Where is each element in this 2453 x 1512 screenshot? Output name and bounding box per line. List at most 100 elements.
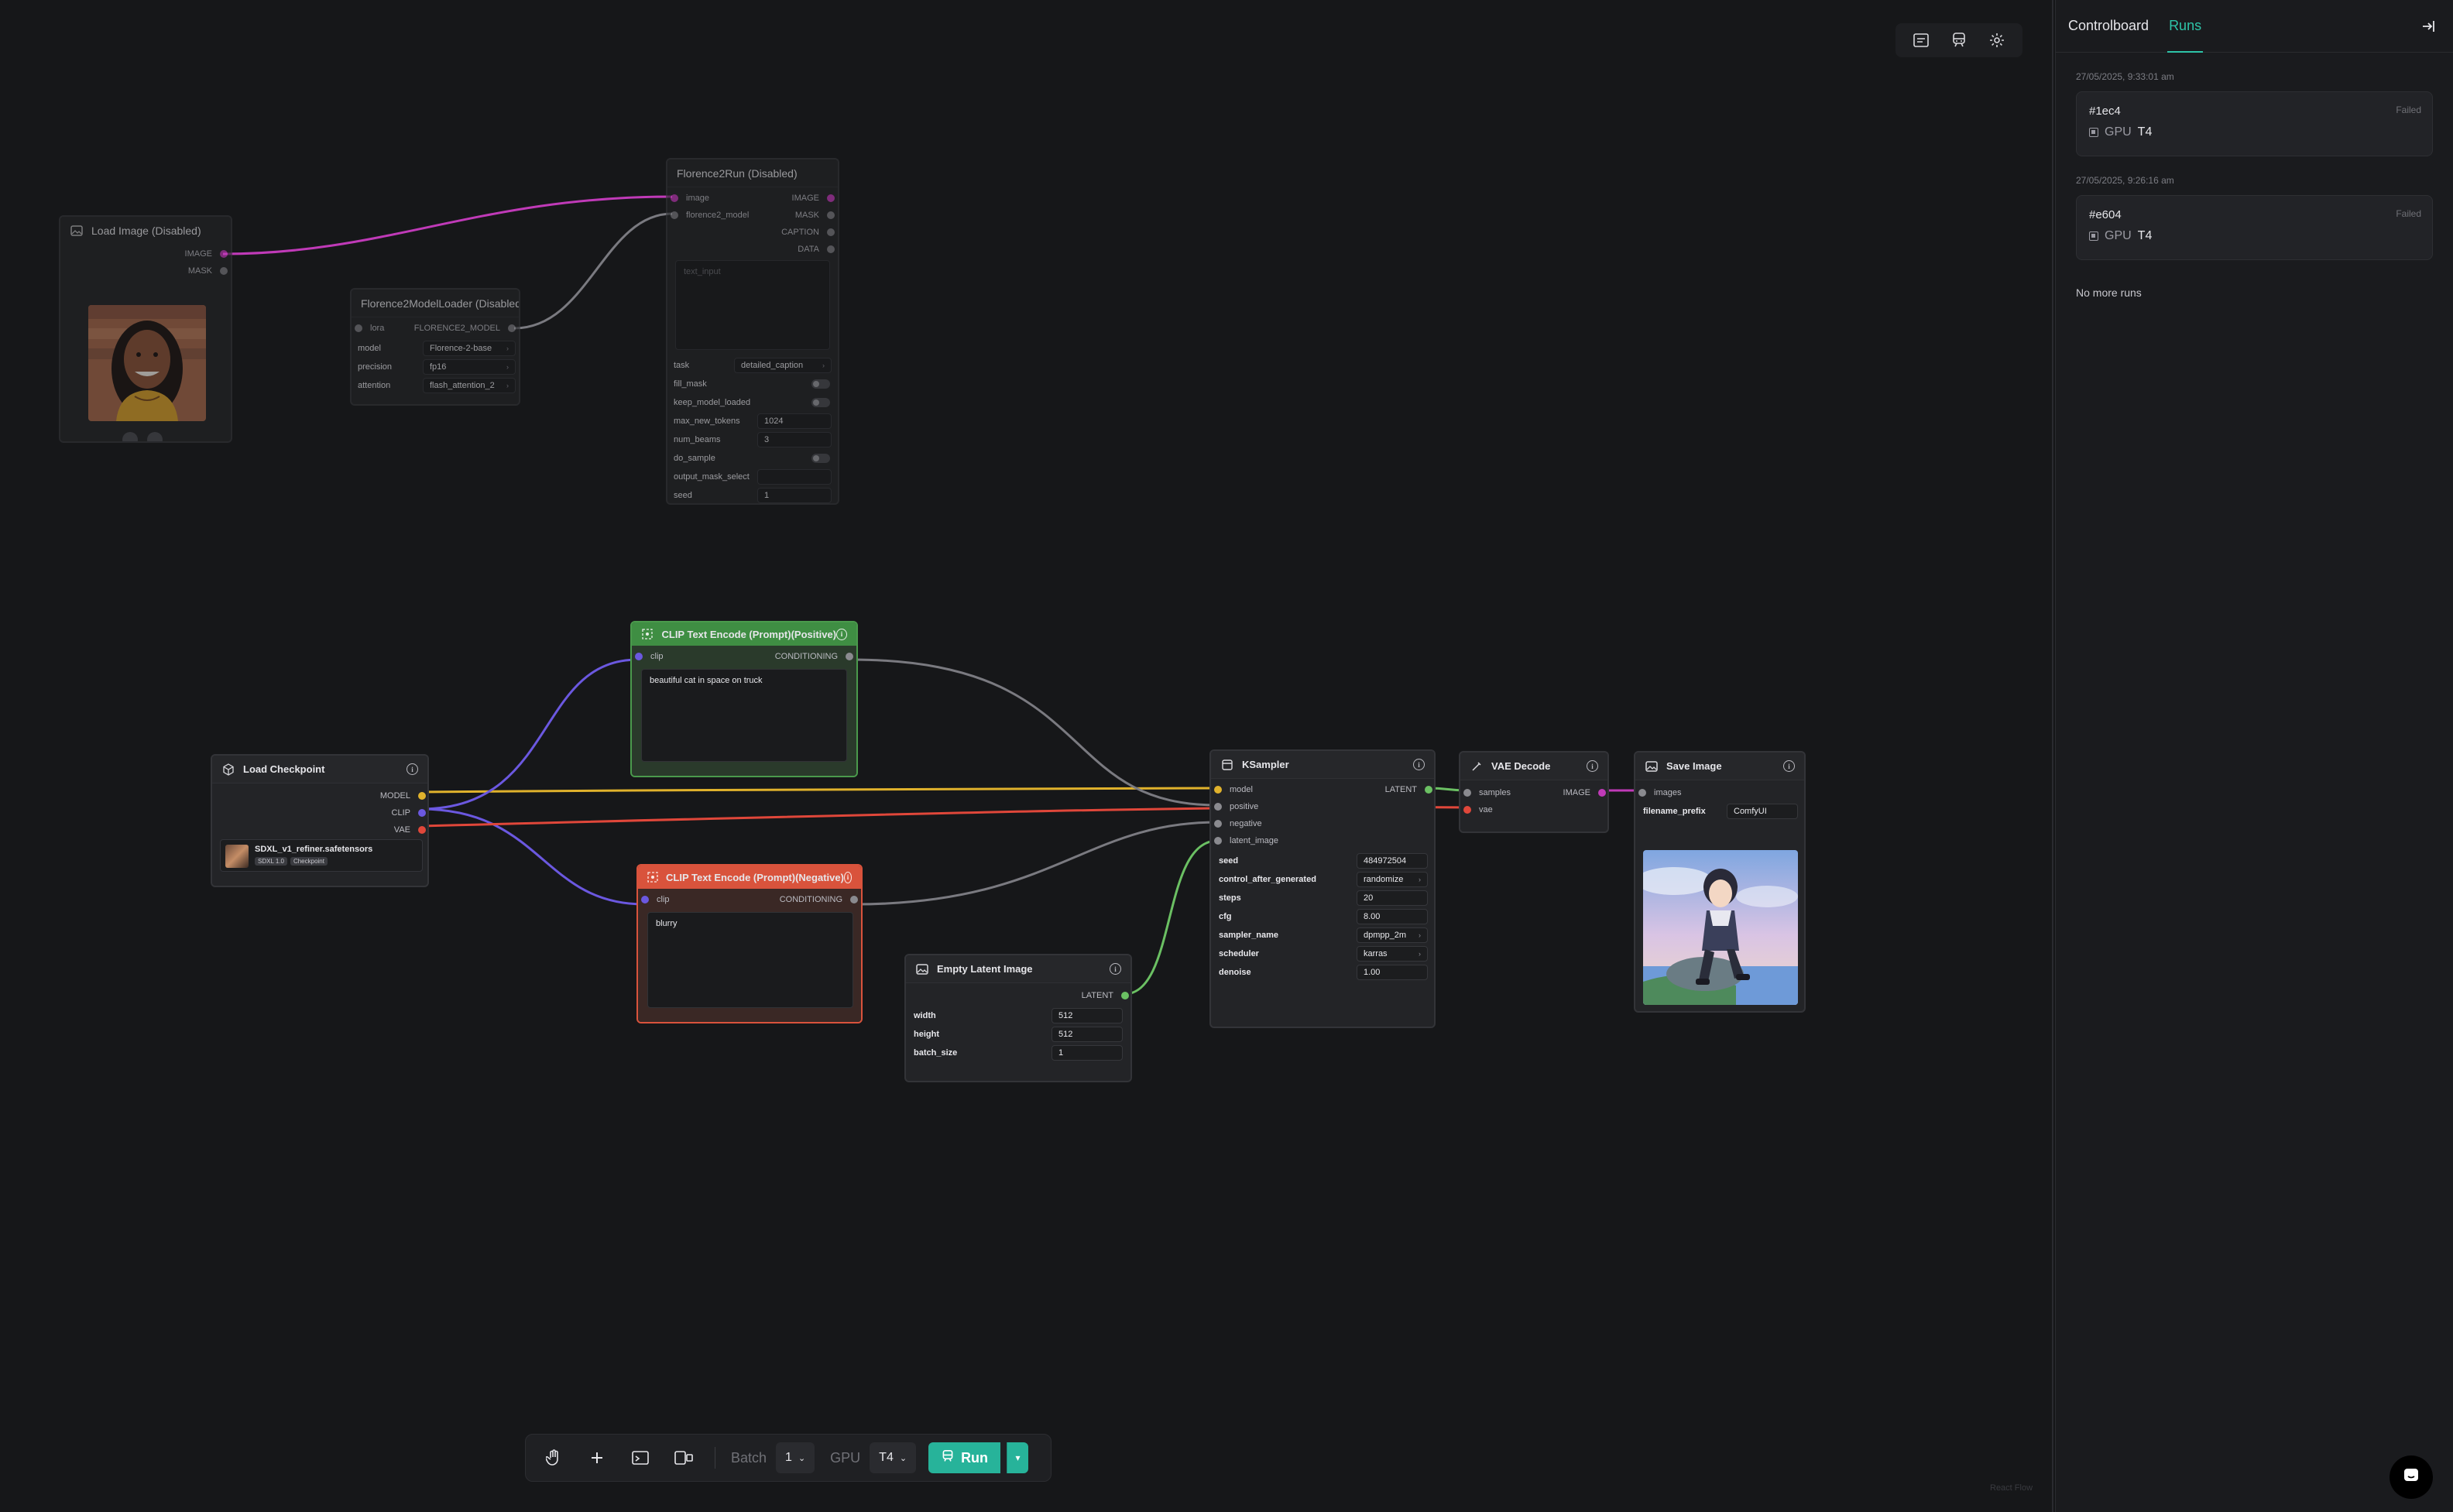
widget-label: num_beams	[674, 435, 721, 444]
image-icon	[1645, 759, 1659, 773]
run-options-button[interactable]: ▾	[1007, 1442, 1029, 1473]
info-icon[interactable]: i	[1110, 963, 1121, 975]
checkpoint-select[interactable]: SDXL_v1_refiner.safetensors SDXL 1.0 Che…	[220, 839, 423, 872]
output-data[interactable]: DATA	[798, 245, 835, 254]
input-clip[interactable]: clip	[641, 895, 670, 904]
keep-model-loaded-toggle[interactable]	[811, 398, 830, 407]
workflow-canvas[interactable]: Load Image (Disabled) IMAGE MASK Florenc…	[0, 0, 2053, 1512]
input-model[interactable]: model	[1214, 785, 1253, 794]
input-images[interactable]: images	[1638, 788, 1681, 797]
node-florence-run[interactable]: Florence2Run (Disabled) image florence2_…	[666, 158, 839, 505]
watermark: React Flow	[1990, 1483, 2033, 1493]
train-icon[interactable]	[1946, 27, 1972, 53]
gpu-select[interactable]: T4 ⌄	[870, 1442, 917, 1473]
precision-select[interactable]: fp16 ›	[423, 359, 516, 375]
batch-size-input[interactable]: 1	[1052, 1045, 1123, 1061]
output-image[interactable]: IMAGE	[185, 249, 228, 259]
edit-icon[interactable]	[122, 432, 138, 441]
run-id: #1ec4	[2089, 105, 2121, 118]
attention-select[interactable]: flash_attention_2 ›	[423, 378, 516, 393]
seed-input[interactable]: 1	[757, 488, 832, 503]
node-vae-decode[interactable]: VAE Decode i samples vae IMAGE	[1459, 751, 1609, 833]
info-icon[interactable]: i	[843, 871, 852, 883]
hand-icon[interactable]	[535, 1441, 572, 1475]
info-icon[interactable]: i	[1783, 760, 1795, 772]
node-empty-latent[interactable]: Empty Latent Image i LATENT width 512 he…	[904, 954, 1132, 1082]
scheduler-select[interactable]: karras ›	[1357, 946, 1428, 962]
layout-icon[interactable]	[665, 1441, 702, 1475]
node-clip-positive[interactable]: CLIP Text Encode (Prompt)(Positive) i cl…	[630, 621, 858, 777]
input-latent-image[interactable]: latent_image	[1214, 836, 1278, 845]
input-vae[interactable]: vae	[1463, 805, 1493, 814]
output-latent[interactable]: LATENT	[1082, 991, 1129, 1000]
input-lora[interactable]: lora	[355, 324, 384, 333]
input-positive[interactable]: positive	[1214, 802, 1258, 811]
batch-select[interactable]: 1 ⌄	[776, 1442, 815, 1473]
run-card[interactable]: #1ec4 Failed GPU T4	[2076, 91, 2433, 156]
node-load-checkpoint[interactable]: Load Checkpoint i MODEL CLIP VAE SDXL_v1…	[211, 754, 429, 887]
prompt-text[interactable]: beautiful cat in space on truck	[641, 669, 847, 762]
cfg-input[interactable]: 8.00	[1357, 909, 1428, 924]
control-after-generated-select[interactable]: randomize ›	[1357, 872, 1428, 887]
widget-label: filename_prefix	[1643, 807, 1706, 816]
mask-icon[interactable]	[147, 432, 163, 441]
info-icon[interactable]: i	[836, 628, 847, 640]
output-model[interactable]: MODEL	[380, 791, 426, 801]
wire-latent	[1124, 839, 1218, 996]
output-clip[interactable]: CLIP	[392, 808, 426, 818]
text-input[interactable]: text_input	[675, 260, 830, 350]
node-save-image[interactable]: Save Image i images filename_prefix Comf…	[1634, 751, 1806, 1013]
collapse-panel-icon[interactable]	[2420, 19, 2438, 36]
model-select[interactable]: Florence-2-base ›	[423, 341, 516, 356]
run-button[interactable]: Run	[928, 1442, 1001, 1473]
prompt-text[interactable]: blurry	[647, 912, 853, 1008]
info-icon[interactable]: i	[1413, 759, 1425, 770]
gear-icon[interactable]	[1984, 27, 2010, 53]
terminal-icon[interactable]	[1908, 27, 1934, 53]
plus-icon[interactable]	[578, 1441, 616, 1475]
width-input[interactable]: 512	[1052, 1008, 1123, 1023]
output-mask[interactable]: MASK	[795, 211, 835, 220]
vector-icon	[641, 627, 654, 641]
info-icon[interactable]: i	[1587, 760, 1598, 772]
tab-controlboard[interactable]: Controlboard	[2067, 0, 2150, 53]
input-negative[interactable]: negative	[1214, 819, 1262, 828]
input-samples[interactable]: samples	[1463, 788, 1511, 797]
info-icon[interactable]: i	[407, 763, 418, 775]
output-conditioning[interactable]: CONDITIONING	[775, 652, 853, 661]
tab-runs[interactable]: Runs	[2167, 0, 2204, 53]
input-clip[interactable]: clip	[635, 652, 664, 661]
seed-input[interactable]: 484972504	[1357, 853, 1428, 869]
denoise-input[interactable]: 1.00	[1357, 965, 1428, 980]
task-select[interactable]: detailed_caption ›	[734, 358, 832, 373]
output-mask-select-input[interactable]	[757, 469, 832, 485]
output-conditioning[interactable]: CONDITIONING	[780, 895, 858, 904]
steps-input[interactable]: 20	[1357, 890, 1428, 906]
height-input[interactable]: 512	[1052, 1027, 1123, 1042]
run-card[interactable]: #e604 Failed GPU T4	[2076, 195, 2433, 260]
chat-button[interactable]	[2390, 1455, 2433, 1499]
output-mask[interactable]: MASK	[188, 266, 228, 276]
node-clip-negative[interactable]: CLIP Text Encode (Prompt)(Negative) i cl…	[636, 864, 863, 1023]
output-florence2-model[interactable]: FLORENCE2_MODEL	[414, 324, 516, 333]
node-florence-loader[interactable]: Florence2ModelLoader (Disabled) lora FLO…	[350, 288, 520, 406]
fill-mask-toggle[interactable]	[811, 379, 830, 389]
batch-label: Batch	[731, 1449, 767, 1466]
do-sample-toggle[interactable]	[811, 454, 830, 463]
output-image[interactable]: IMAGE	[792, 194, 835, 203]
run-gpu: GPU T4	[2089, 125, 2420, 139]
image-icon[interactable]	[622, 1441, 659, 1475]
input-image[interactable]: image	[671, 194, 709, 203]
node-ksampler[interactable]: KSampler i model positive negative laten…	[1209, 749, 1436, 1028]
output-latent[interactable]: LATENT	[1385, 785, 1432, 794]
chevron-down-icon: ⌄	[899, 1453, 907, 1463]
output-vae[interactable]: VAE	[394, 825, 426, 835]
output-caption[interactable]: CAPTION	[781, 228, 835, 237]
output-image[interactable]: IMAGE	[1563, 788, 1606, 797]
sampler-name-select[interactable]: dpmpp_2m ›	[1357, 927, 1428, 943]
num-beams-input[interactable]: 3	[757, 432, 832, 447]
node-load-image[interactable]: Load Image (Disabled) IMAGE MASK	[59, 215, 232, 443]
filename-prefix-input[interactable]: ComfyUI	[1727, 804, 1798, 819]
max-new-tokens-input[interactable]: 1024	[757, 413, 832, 429]
input-florence2-model[interactable]: florence2_model	[671, 211, 749, 220]
